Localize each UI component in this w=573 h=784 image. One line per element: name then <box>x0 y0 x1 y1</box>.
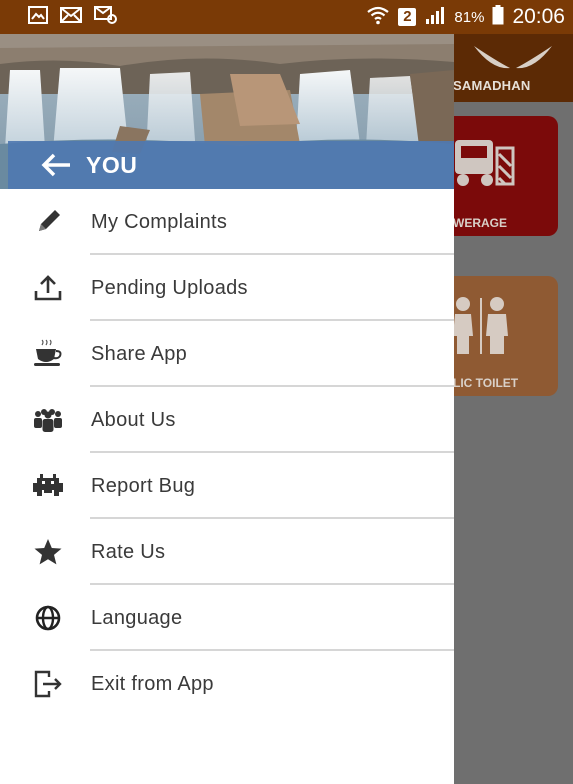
menu-item-pending-uploads[interactable]: Pending Uploads <box>0 255 454 321</box>
menu-item-my-complaints[interactable]: My Complaints <box>0 189 454 255</box>
coffee-cup-icon <box>32 338 64 370</box>
menu-item-exit-app[interactable]: Exit from App <box>0 651 454 717</box>
menu-label: Rate Us <box>91 540 166 563</box>
menu-item-report-bug[interactable]: Report Bug <box>0 453 454 519</box>
wifi-icon <box>366 5 390 30</box>
menu-label: About Us <box>91 408 176 431</box>
star-icon <box>32 536 64 568</box>
menu-label: Report Bug <box>91 474 196 497</box>
signal-icon <box>424 6 446 29</box>
user-name: YOU <box>86 151 138 178</box>
app-brand: SAMADHAN <box>453 78 531 93</box>
menu-item-language[interactable]: Language <box>0 585 454 651</box>
drawer-header: YOU <box>0 34 454 189</box>
clock: 20:06 <box>512 5 565 28</box>
menu-item-share-app[interactable]: Share App <box>0 321 454 387</box>
pencil-icon <box>32 206 64 238</box>
menu-label: Language <box>91 606 183 629</box>
tile-label-public-toilet: LIC TOILET <box>453 376 519 390</box>
mail-settings-icon <box>94 5 118 29</box>
mail-icon <box>60 6 82 28</box>
system-icons: 2 81% 20:06 <box>366 4 573 30</box>
globe-icon <box>32 602 64 634</box>
menu-label: Pending Uploads <box>91 276 248 299</box>
toilet-people-icon <box>453 296 517 361</box>
user-bar: YOU <box>8 141 454 189</box>
menu-item-rate-us[interactable]: Rate Us <box>0 519 454 585</box>
bug-icon <box>32 470 64 502</box>
menu-label: Exit from App <box>91 672 214 695</box>
drawer-menu: My Complaints Pending Uploads Share App … <box>0 189 454 717</box>
status-bar: 2 81% 20:06 <box>0 0 573 34</box>
wings-logo-icon <box>470 42 556 81</box>
app-screen: 2 81% 20:06 SAMADHAN WERAGE LIC TOILET Y… <box>0 0 573 784</box>
sim-slot-badge: 2 <box>398 8 417 26</box>
exit-icon <box>32 668 64 700</box>
sewerage-truck-icon <box>453 134 515 197</box>
notification-icons <box>0 5 118 29</box>
navigation-drawer: YOU My Complaints Pending Uploads Share … <box>0 34 454 784</box>
tile-label-sewerage: WERAGE <box>453 216 507 230</box>
people-icon <box>32 404 64 436</box>
upload-icon <box>32 272 64 304</box>
back-arrow-icon[interactable] <box>40 150 74 180</box>
battery-percent: 81% <box>454 8 485 26</box>
battery-icon <box>492 4 504 30</box>
menu-item-about-us[interactable]: About Us <box>0 387 454 453</box>
gallery-icon <box>28 5 48 29</box>
menu-label: Share App <box>91 342 188 365</box>
menu-label: My Complaints <box>91 210 228 233</box>
